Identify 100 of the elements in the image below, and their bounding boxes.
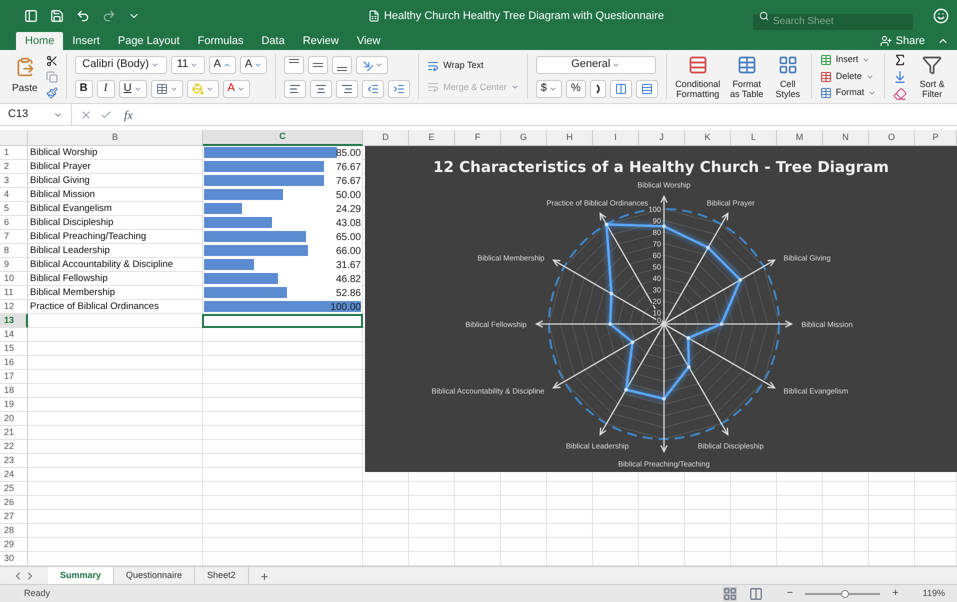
font-color-button[interactable]: A [222, 80, 250, 98]
comma-style-button[interactable] [590, 80, 606, 98]
row-header[interactable]: 20 [0, 412, 28, 426]
row-header[interactable]: 2 [0, 160, 28, 174]
smiley-icon[interactable] [933, 8, 949, 24]
column-header[interactable]: O [869, 130, 915, 146]
normal-view-icon[interactable] [722, 586, 737, 600]
search-field[interactable]: Search Sheet [753, 14, 913, 30]
orientation-button[interactable] [356, 56, 388, 74]
column-header[interactable]: K [685, 130, 731, 146]
number-format-select[interactable]: General [536, 56, 656, 74]
zoom-out-button[interactable]: − [786, 585, 794, 602]
column-header[interactable]: L [731, 130, 777, 146]
row-header[interactable]: 17 [0, 370, 28, 384]
align-left-button[interactable] [284, 80, 306, 98]
zoom-slider[interactable] [805, 590, 880, 598]
row-header[interactable]: 4 [0, 188, 28, 202]
insert-cells-button[interactable]: Insert [820, 53, 876, 67]
function-label[interactable]: fx [124, 106, 133, 124]
fill-down-icon[interactable] [893, 70, 908, 84]
row-header[interactable]: 16 [0, 356, 28, 370]
enter-icon[interactable] [100, 108, 112, 120]
conditional-formatting-button[interactable]: Conditional Formatting [674, 54, 721, 98]
undo-icon[interactable] [76, 9, 90, 23]
cancel-icon[interactable] [80, 108, 92, 120]
cell-cursor[interactable] [202, 314, 363, 328]
row-header[interactable]: 6 [0, 216, 28, 230]
column-header[interactable]: M [777, 130, 823, 146]
wrap-text-button[interactable]: Wrap Text [427, 59, 519, 72]
delete-cells-button[interactable]: Delete [820, 70, 876, 84]
column-header[interactable]: J [639, 130, 685, 146]
row-header[interactable]: 9 [0, 258, 28, 272]
format-cells-button[interactable]: Format [820, 86, 876, 100]
row-header[interactable]: 15 [0, 342, 28, 356]
row-header[interactable]: 19 [0, 398, 28, 412]
row-header[interactable]: 22 [0, 440, 28, 454]
row-header[interactable]: 25 [0, 482, 28, 496]
fill-color-button[interactable] [186, 80, 219, 98]
row-header[interactable]: 1 [0, 146, 28, 160]
column-header[interactable]: E [409, 130, 455, 146]
ribbon-tab[interactable]: Page Layout [108, 32, 189, 50]
format-painter-icon[interactable] [46, 86, 58, 98]
row-header[interactable]: 5 [0, 202, 28, 216]
increase-decimal-button[interactable] [610, 80, 632, 98]
cut-icon[interactable] [46, 54, 58, 66]
row-header[interactable]: 23 [0, 454, 28, 468]
row-header[interactable]: 21 [0, 426, 28, 440]
ribbon-tab[interactable]: Data [252, 32, 294, 50]
column-header[interactable]: D [363, 130, 409, 146]
row-header[interactable]: 13 [0, 314, 28, 328]
italic-button[interactable]: I [96, 80, 115, 98]
sidebar-icon[interactable] [24, 9, 38, 23]
align-middle-button[interactable] [308, 56, 328, 74]
ribbon-tab[interactable]: Home [16, 32, 64, 50]
paste-button[interactable]: Paste [8, 57, 42, 96]
row-header[interactable]: 26 [0, 496, 28, 510]
column-header[interactable]: B [28, 130, 203, 146]
align-bottom-button[interactable] [332, 56, 352, 74]
page-layout-icon[interactable] [748, 586, 763, 600]
percent-button[interactable]: % [566, 80, 586, 98]
increase-indent-button[interactable] [388, 80, 410, 98]
bold-button[interactable]: B [74, 80, 93, 98]
decrease-decimal-button[interactable] [636, 80, 658, 98]
column-header[interactable]: N [823, 130, 869, 146]
save-icon[interactable] [50, 9, 64, 23]
row-header[interactable]: 3 [0, 174, 28, 188]
column-header[interactable]: P [915, 130, 957, 146]
share-button[interactable]: Share [880, 32, 925, 50]
align-center-button[interactable] [310, 80, 332, 98]
row-header[interactable]: 11 [0, 286, 28, 300]
align-right-button[interactable] [336, 80, 358, 98]
cell-styles-button[interactable]: Cell Styles [772, 54, 803, 98]
name-box[interactable]: C13 [0, 104, 72, 125]
add-sheet-button[interactable]: + [248, 567, 280, 584]
row-header[interactable]: 8 [0, 244, 28, 258]
ribbon-tab[interactable]: View [348, 32, 390, 50]
font-select[interactable]: Calibri (Body) [74, 56, 167, 74]
currency-button[interactable]: $ [536, 80, 562, 98]
ribbon-tab[interactable]: Review [294, 32, 348, 50]
ribbon-tab[interactable]: Formulas [188, 32, 252, 50]
row-header[interactable]: 14 [0, 328, 28, 342]
grow-font-button[interactable]: A [208, 56, 236, 74]
row-header[interactable]: 7 [0, 230, 28, 244]
row-header[interactable]: 29 [0, 538, 28, 552]
underline-button[interactable]: U [118, 80, 147, 98]
eraser-icon[interactable] [893, 86, 908, 100]
sort-filter-button[interactable]: Sort & Filter [915, 50, 950, 103]
shrink-font-button[interactable]: A [240, 56, 268, 74]
row-header[interactable]: 28 [0, 524, 28, 538]
borders-button[interactable] [150, 80, 183, 98]
zoom-in-button[interactable]: + [892, 585, 899, 602]
column-header[interactable]: I [593, 130, 639, 146]
format-as-table-button[interactable]: Format as Table [728, 54, 765, 98]
row-header[interactable]: 24 [0, 468, 28, 482]
column-header[interactable]: C [203, 130, 363, 146]
sheet-tab[interactable]: Summary [48, 567, 114, 584]
slider-thumb[interactable] [840, 590, 849, 598]
column-header[interactable]: H [547, 130, 593, 146]
row-header[interactable]: 18 [0, 384, 28, 398]
row-header[interactable]: 27 [0, 510, 28, 524]
